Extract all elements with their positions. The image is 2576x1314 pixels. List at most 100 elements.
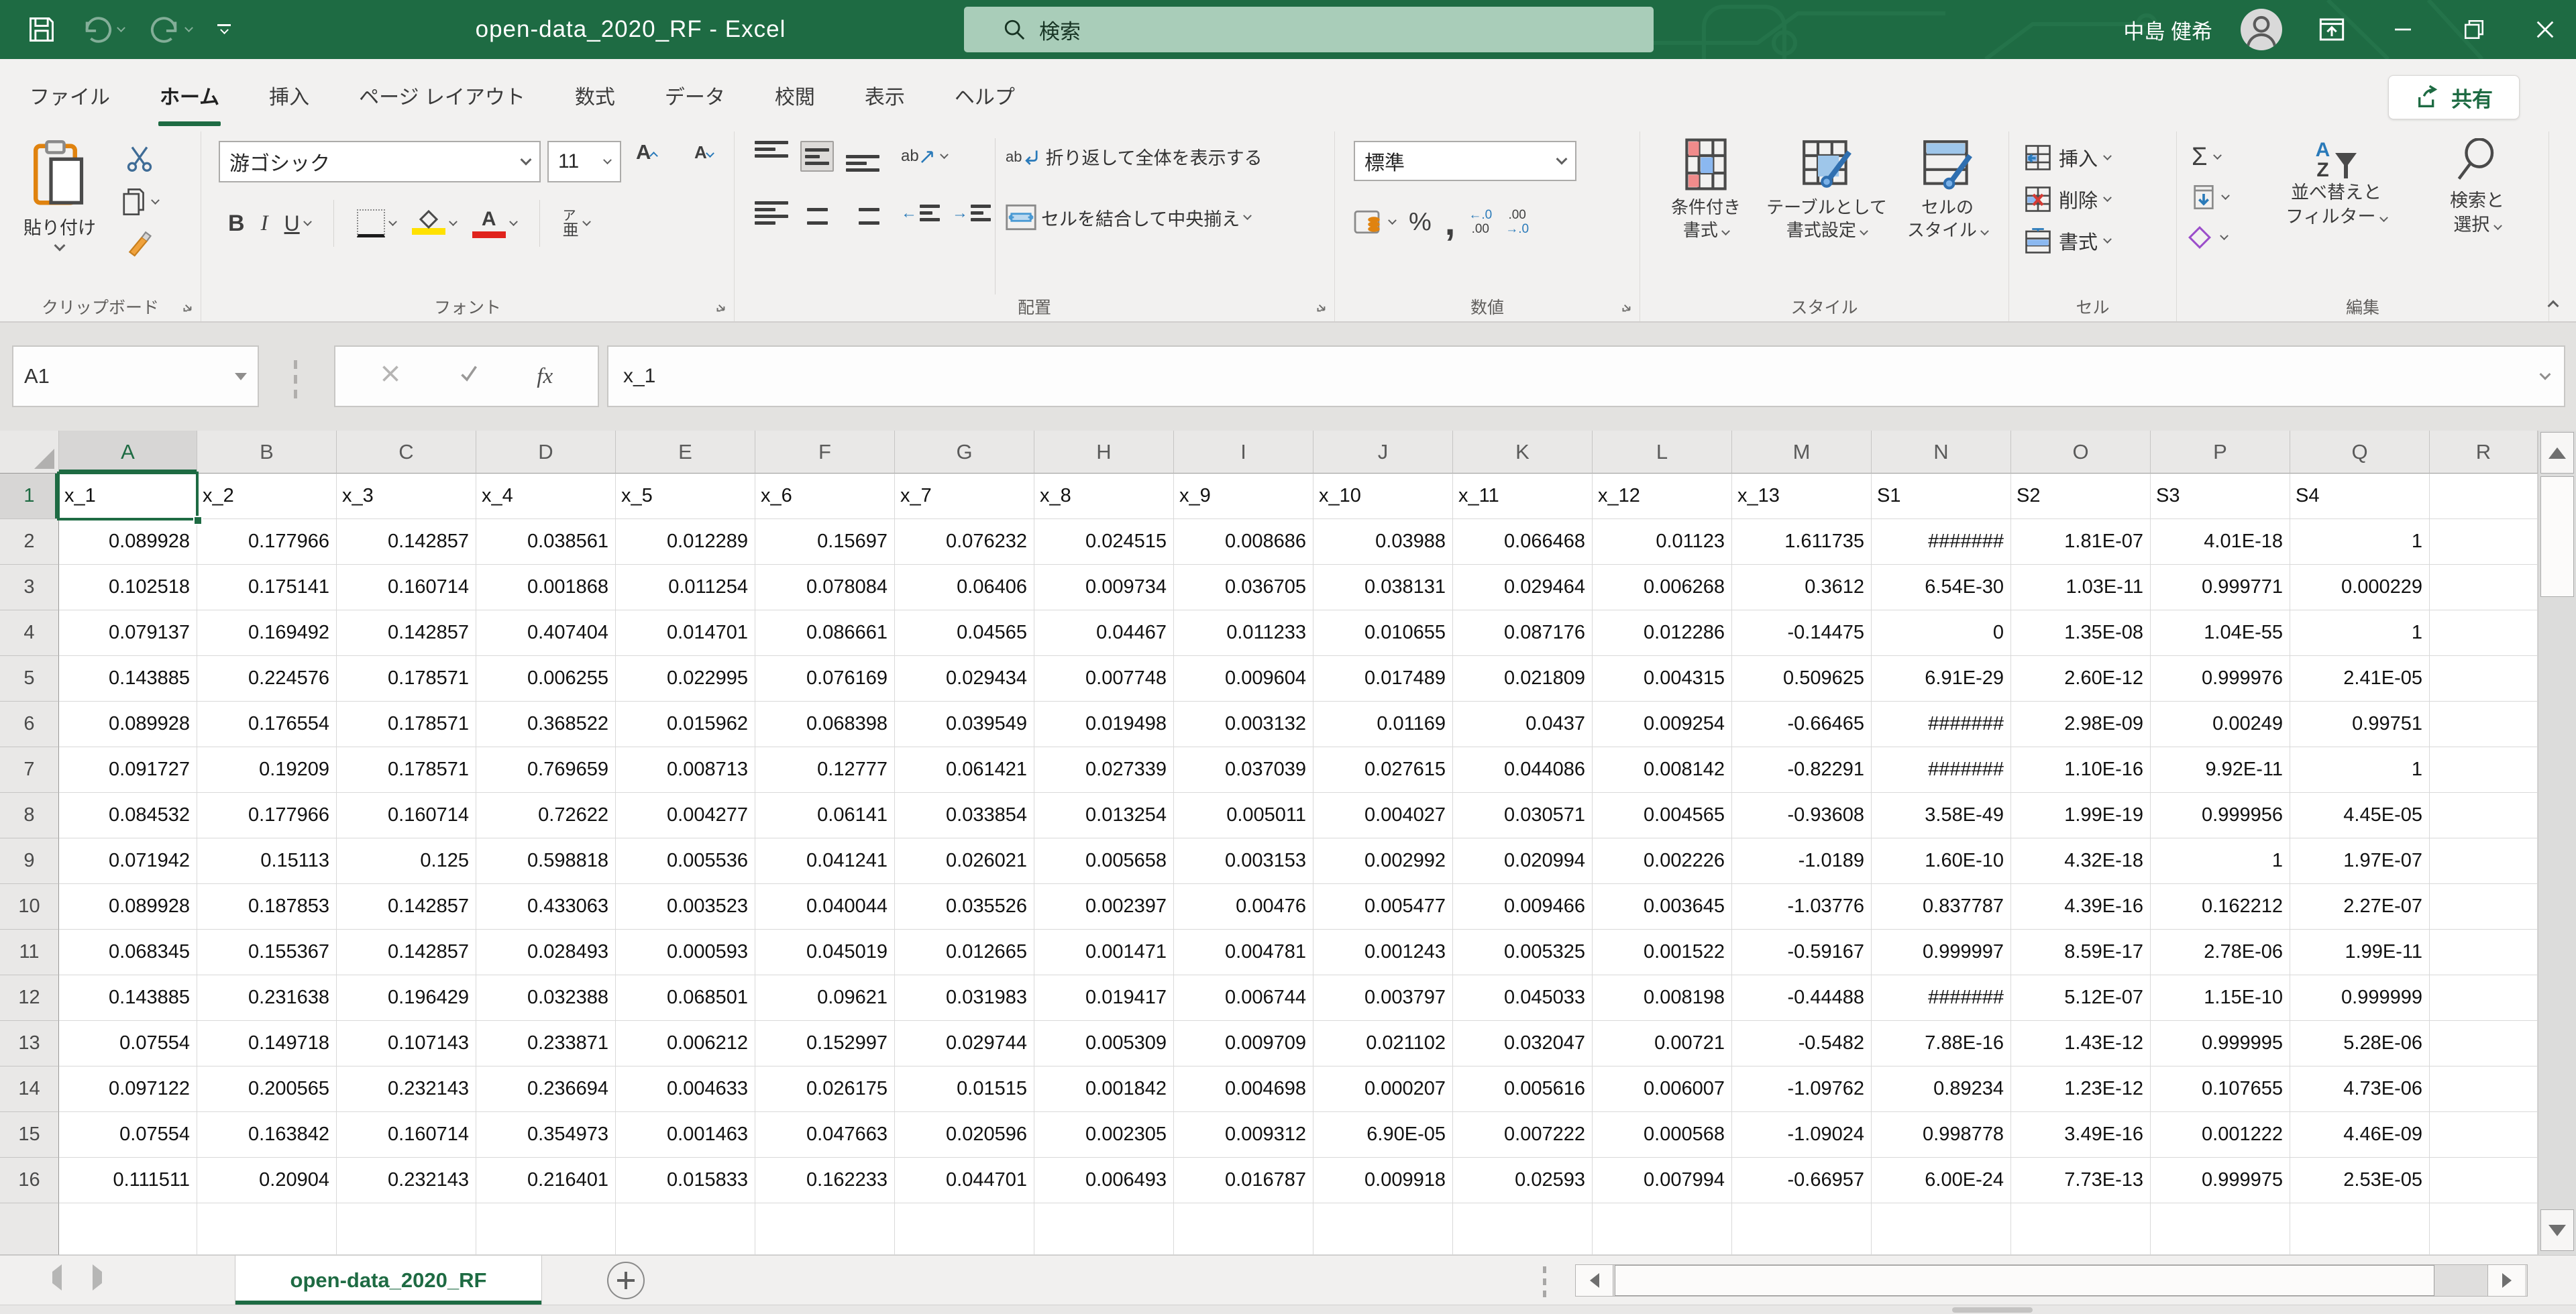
cell[interactable]: -0.66957	[1732, 1158, 1872, 1203]
cell[interactable]: 0.107655	[2151, 1066, 2290, 1112]
cell[interactable]: 0.068345	[59, 930, 197, 975]
font-dialog-launcher[interactable]	[714, 300, 729, 315]
cell[interactable]: 5.28E-06	[2290, 1021, 2430, 1066]
conditional-formatting-button[interactable]: 条件付き 書式	[1646, 138, 1766, 241]
cell[interactable]	[2430, 1112, 2538, 1158]
cell[interactable]: 0.012289	[616, 519, 755, 565]
tab-data[interactable]: データ	[661, 59, 729, 131]
expand-formula-bar-icon[interactable]	[2539, 368, 2551, 380]
next-sheet-button[interactable]	[93, 1264, 102, 1291]
cell[interactable]	[1872, 1203, 2011, 1255]
cell[interactable]: 0.160714	[337, 565, 476, 610]
cell[interactable]: 0.035526	[895, 884, 1034, 930]
cell[interactable]: 0.015833	[616, 1158, 755, 1203]
cell[interactable]: 0.008198	[1593, 975, 1732, 1021]
merge-center-button[interactable]: セルを結合して中央揃え	[1006, 204, 1252, 231]
cell[interactable]: 0.076232	[895, 519, 1034, 565]
cell[interactable]: 0.142857	[337, 610, 476, 656]
cell[interactable]: S1	[1872, 474, 2011, 519]
cell[interactable]: 0.086661	[755, 610, 895, 656]
orientation-button[interactable]: ab	[901, 147, 949, 166]
cell[interactable]: 0.008686	[1174, 519, 1313, 565]
row-header-15[interactable]: 15	[0, 1112, 59, 1158]
cell[interactable]: 0.015962	[616, 702, 755, 747]
cell[interactable]: 0.001868	[476, 565, 616, 610]
cell[interactable]: 2.78E-06	[2151, 930, 2290, 975]
column-header-N[interactable]: N	[1872, 431, 2011, 474]
cell[interactable]	[755, 1203, 895, 1255]
cut-button[interactable]	[121, 144, 158, 176]
cell[interactable]: 8.59E-17	[2011, 930, 2151, 975]
cell[interactable]: 0.014701	[616, 610, 755, 656]
cell[interactable]: 0.066468	[1453, 519, 1593, 565]
font-size-select[interactable]: 11	[547, 141, 621, 182]
cell[interactable]: 0.004315	[1593, 656, 1732, 702]
cell[interactable]	[616, 1203, 755, 1255]
cell[interactable]	[2430, 975, 2538, 1021]
cell[interactable]	[197, 1203, 337, 1255]
cell[interactable]: 0.011233	[1174, 610, 1313, 656]
cell[interactable]: 0.142857	[337, 930, 476, 975]
search-box[interactable]: 検索	[964, 7, 1654, 52]
cell[interactable]: 0.045033	[1453, 975, 1593, 1021]
cell[interactable]	[337, 1203, 476, 1255]
cell[interactable]: 0.006212	[616, 1021, 755, 1066]
align-bottom-button[interactable]	[846, 141, 879, 172]
cell[interactable]: 0.004781	[1174, 930, 1313, 975]
cell[interactable]: 0.032047	[1453, 1021, 1593, 1066]
scroll-left-button[interactable]	[1576, 1265, 1613, 1296]
cell[interactable]: 0.001842	[1034, 1066, 1174, 1112]
cell[interactable]: 0.001243	[1313, 930, 1453, 975]
align-right-button[interactable]	[846, 201, 879, 225]
cell[interactable]	[2430, 565, 2538, 610]
decrease-decimal-button[interactable]: .00 →.0	[1505, 208, 1529, 236]
font-name-select[interactable]: 游ゴシック	[219, 141, 541, 182]
cell[interactable]	[1593, 1203, 1732, 1255]
row-header-17[interactable]	[0, 1203, 59, 1255]
column-header-E[interactable]: E	[616, 431, 755, 474]
cell[interactable]: 2.41E-05	[2290, 656, 2430, 702]
cell[interactable]	[476, 1203, 616, 1255]
cell[interactable]: 1.99E-11	[2290, 930, 2430, 975]
cell[interactable]	[59, 1203, 197, 1255]
cell[interactable]: -1.09762	[1732, 1066, 1872, 1112]
cell[interactable]: 0.033854	[895, 793, 1034, 838]
cell[interactable]	[2430, 747, 2538, 793]
cell[interactable]: 0.002305	[1034, 1112, 1174, 1158]
cell[interactable]: 0.177966	[197, 519, 337, 565]
cell[interactable]: 0.004027	[1313, 793, 1453, 838]
cell[interactable]: 0.016787	[1174, 1158, 1313, 1203]
cell[interactable]: 0.009918	[1313, 1158, 1453, 1203]
cell[interactable]: 5.12E-07	[2011, 975, 2151, 1021]
sheet-tab[interactable]: open-data_2020_RF	[235, 1256, 542, 1305]
paste-button[interactable]: 貼り付け	[9, 140, 110, 252]
cell[interactable]: 0.012286	[1593, 610, 1732, 656]
cell[interactable]: x_7	[895, 474, 1034, 519]
cell[interactable]: 0.079137	[59, 610, 197, 656]
cell[interactable]: #######	[1872, 519, 2011, 565]
share-button[interactable]: 共有	[2388, 75, 2520, 119]
cell[interactable]: 0.224576	[197, 656, 337, 702]
cell[interactable]	[2430, 1158, 2538, 1203]
cell[interactable]: 0.354973	[476, 1112, 616, 1158]
cell[interactable]: 4.39E-16	[2011, 884, 2151, 930]
cell[interactable]: 0	[1872, 610, 2011, 656]
grow-font-button[interactable]: A	[636, 142, 659, 162]
cell[interactable]: -1.0189	[1732, 838, 1872, 884]
cell[interactable]: x_12	[1593, 474, 1732, 519]
cell[interactable]: 0.068398	[755, 702, 895, 747]
cell[interactable]: 7.88E-16	[1872, 1021, 2011, 1066]
cell[interactable]	[2430, 1066, 2538, 1112]
cell[interactable]: 0.039549	[895, 702, 1034, 747]
cell[interactable]: #######	[1872, 975, 2011, 1021]
cell[interactable]	[2430, 702, 2538, 747]
cell[interactable]: 0.177966	[197, 793, 337, 838]
cell[interactable]: 0.021102	[1313, 1021, 1453, 1066]
cell[interactable]: 1.99E-19	[2011, 793, 2151, 838]
row-header-7[interactable]: 7	[0, 747, 59, 793]
column-header-F[interactable]: F	[755, 431, 895, 474]
cell[interactable]: 0.009312	[1174, 1112, 1313, 1158]
insert-cells-button[interactable]: 挿入	[2024, 137, 2112, 178]
cell[interactable]: 2.53E-05	[2290, 1158, 2430, 1203]
tab-page-layout[interactable]: ページ レイアウト	[355, 59, 529, 131]
